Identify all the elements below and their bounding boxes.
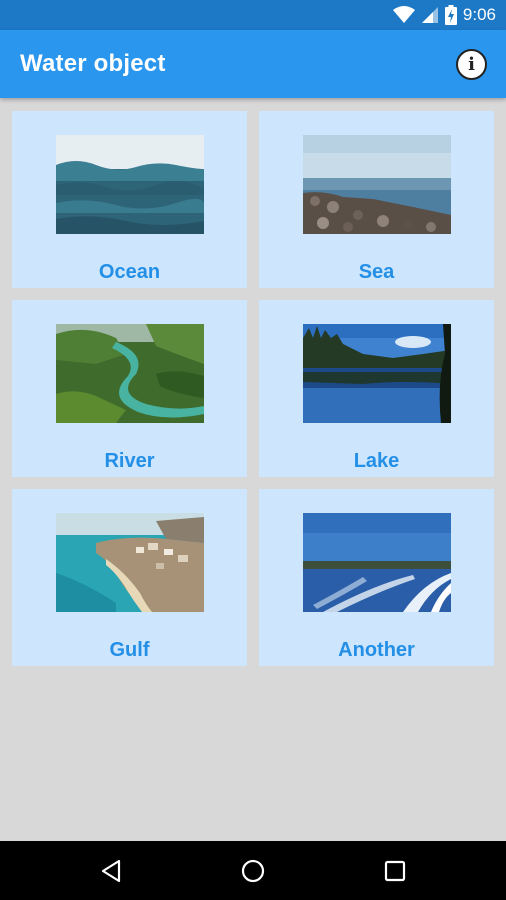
ocean-photo — [56, 135, 204, 234]
app-bar: Water object i — [0, 30, 506, 98]
recents-button[interactable] — [380, 856, 410, 886]
home-button[interactable] — [238, 856, 268, 886]
app-title: Water object — [20, 50, 166, 77]
status-time: 9:06 — [462, 5, 496, 24]
card-label: River — [104, 450, 155, 472]
sea-photo — [303, 135, 451, 234]
card-sea[interactable]: Sea — [259, 111, 494, 288]
card-label: Ocean — [98, 261, 161, 283]
card-lake[interactable]: Lake — [259, 300, 494, 477]
status-bar: 9:06 — [0, 0, 506, 30]
card-label: Sea — [358, 261, 395, 283]
card-label: Gulf — [109, 639, 150, 661]
card-ocean[interactable]: Ocean — [12, 111, 247, 288]
wifi-icon — [392, 6, 415, 23]
info-icon: i — [468, 53, 475, 75]
cell-signal-icon — [421, 7, 438, 23]
card-river[interactable]: River — [12, 300, 247, 477]
navigation-bar — [0, 841, 506, 900]
battery-charging-icon — [444, 5, 457, 25]
river-photo — [56, 324, 204, 423]
card-gulf[interactable]: Gulf — [12, 489, 247, 666]
recents-icon — [384, 860, 406, 882]
card-label: Lake — [353, 450, 400, 472]
gulf-photo — [56, 513, 204, 612]
lake-photo — [303, 324, 451, 423]
back-button[interactable] — [97, 856, 127, 886]
card-another[interactable]: Another — [259, 489, 494, 666]
back-icon — [101, 859, 121, 883]
card-label: Another — [338, 639, 415, 661]
info-button[interactable]: i — [456, 49, 487, 80]
boat-wake-photo — [303, 513, 451, 612]
home-icon — [241, 859, 265, 883]
